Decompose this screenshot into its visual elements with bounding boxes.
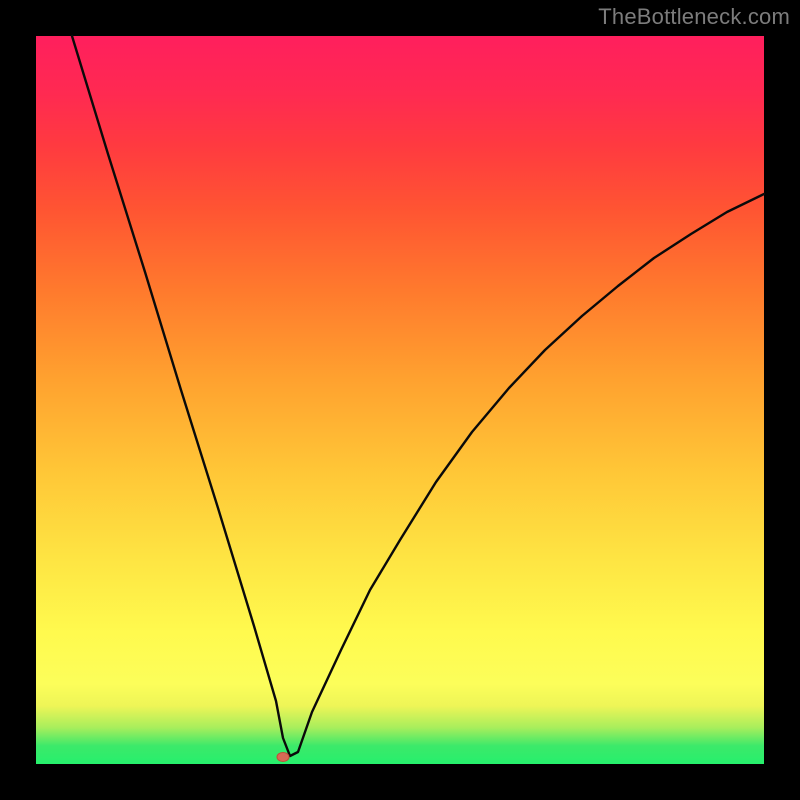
bottleneck-curve	[72, 36, 764, 756]
chart-frame: TheBottleneck.com	[0, 0, 800, 800]
plot-area	[36, 36, 764, 764]
curve-svg	[36, 36, 764, 764]
minimum-marker	[277, 753, 289, 762]
watermark-text: TheBottleneck.com	[598, 4, 790, 30]
